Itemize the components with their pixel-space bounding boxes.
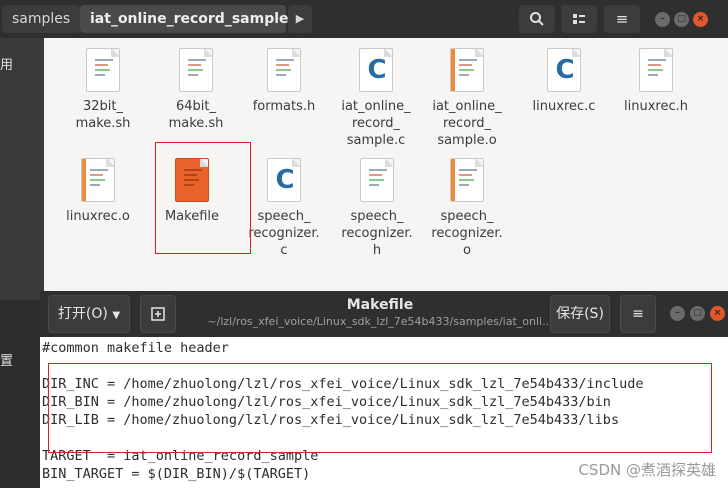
- file-label: linuxrec.o: [66, 209, 130, 224]
- text-file-icon: [639, 48, 673, 92]
- editor-file-path: ~/lzl/ros_xfei_voice/Linux_sdk_lzl_7e54b…: [207, 315, 553, 328]
- file-item[interactable]: linuxrec.o: [52, 158, 144, 225]
- minimize-icon[interactable]: –: [655, 12, 670, 27]
- search-icon[interactable]: [519, 5, 555, 33]
- hamburger-menu-icon[interactable]: ≡: [604, 5, 640, 33]
- maximize-icon[interactable]: □: [674, 12, 689, 27]
- new-document-icon[interactable]: [140, 295, 176, 333]
- file-label: formats.h: [252, 99, 316, 114]
- editor-header: 打开(O) ▼ Makefile ~/lzl/ros_xfei_voice/Li…: [40, 291, 728, 337]
- text-file-icon: [86, 48, 120, 92]
- file-manager-window: samples iat_online_record_sample ▶ ≡ – □…: [0, 0, 728, 300]
- file-label: speech_ recognizer. c: [248, 209, 320, 258]
- close-icon[interactable]: ×: [710, 306, 725, 321]
- code-line-1: #common makefile header: [42, 340, 229, 356]
- csdn-watermark: CSDN @煮酒探英雄: [578, 461, 716, 479]
- c-source-icon: C: [547, 48, 581, 92]
- file-label: 32bit_ make.sh: [75, 99, 131, 131]
- file-item[interactable]: C speech_ recognizer. c: [238, 158, 330, 259]
- file-label: iat_online_ record_ sample.c: [341, 99, 411, 148]
- maximize-icon[interactable]: □: [690, 306, 705, 321]
- object-file-icon: [81, 158, 115, 202]
- breadcrumb-samples[interactable]: samples: [2, 5, 80, 33]
- minimize-icon[interactable]: –: [670, 306, 685, 321]
- sidebar-char-bottom: 置: [0, 354, 14, 369]
- file-item[interactable]: iat_online_ record_ sample.o: [421, 48, 513, 149]
- file-label: speech_ recognizer. h: [341, 209, 413, 258]
- editor-title: Makefile: [346, 297, 414, 313]
- selection-highlight: [155, 142, 251, 254]
- sidebar-strip: 用: [0, 38, 44, 300]
- file-manager-header: samples iat_online_record_sample ▶ ≡ – □…: [0, 0, 728, 38]
- open-button[interactable]: 打开(O) ▼: [48, 295, 130, 333]
- file-label: iat_online_ record_ sample.o: [432, 99, 502, 148]
- c-source-icon: C: [267, 158, 301, 202]
- text-file-icon: [267, 48, 301, 92]
- close-icon[interactable]: ×: [693, 12, 708, 27]
- file-label: linuxrec.h: [624, 99, 688, 114]
- file-item[interactable]: C iat_online_ record_ sample.c: [330, 48, 422, 149]
- file-item[interactable]: linuxrec.h: [610, 48, 702, 115]
- text-file-icon: [360, 158, 394, 202]
- file-label: 64bit_ make.sh: [168, 99, 224, 131]
- save-button[interactable]: 保存(S): [550, 295, 610, 333]
- text-file-icon: [179, 48, 213, 92]
- file-item[interactable]: C linuxrec.c: [518, 48, 610, 115]
- file-item[interactable]: formats.h: [238, 48, 330, 115]
- file-label: linuxrec.c: [532, 99, 596, 114]
- breadcrumb-current-folder[interactable]: iat_online_record_sample: [80, 5, 289, 33]
- open-button-label: 打开(O): [57, 306, 108, 322]
- object-file-icon: [450, 48, 484, 92]
- breadcrumb-forward-arrow-icon[interactable]: ▶: [288, 5, 312, 33]
- file-label: speech_ recognizer. o: [431, 209, 503, 258]
- hamburger-menu-icon[interactable]: ≡: [620, 295, 656, 333]
- view-options-icon[interactable]: [561, 5, 597, 33]
- file-grid: 32bit_ make.sh 64bit_ make.sh formats.h …: [44, 38, 728, 300]
- file-item[interactable]: 64bit_ make.sh: [150, 48, 242, 132]
- chevron-down-icon: ▼: [112, 310, 121, 321]
- file-item[interactable]: speech_ recognizer. h: [331, 158, 423, 259]
- file-item[interactable]: 32bit_ make.sh: [57, 48, 149, 132]
- sidebar-char-top: 用: [0, 58, 14, 73]
- object-file-icon: [450, 158, 484, 202]
- highlight-box-dir-lines: [48, 363, 712, 453]
- c-source-icon: C: [359, 48, 393, 92]
- file-item[interactable]: speech_ recognizer. o: [421, 158, 513, 259]
